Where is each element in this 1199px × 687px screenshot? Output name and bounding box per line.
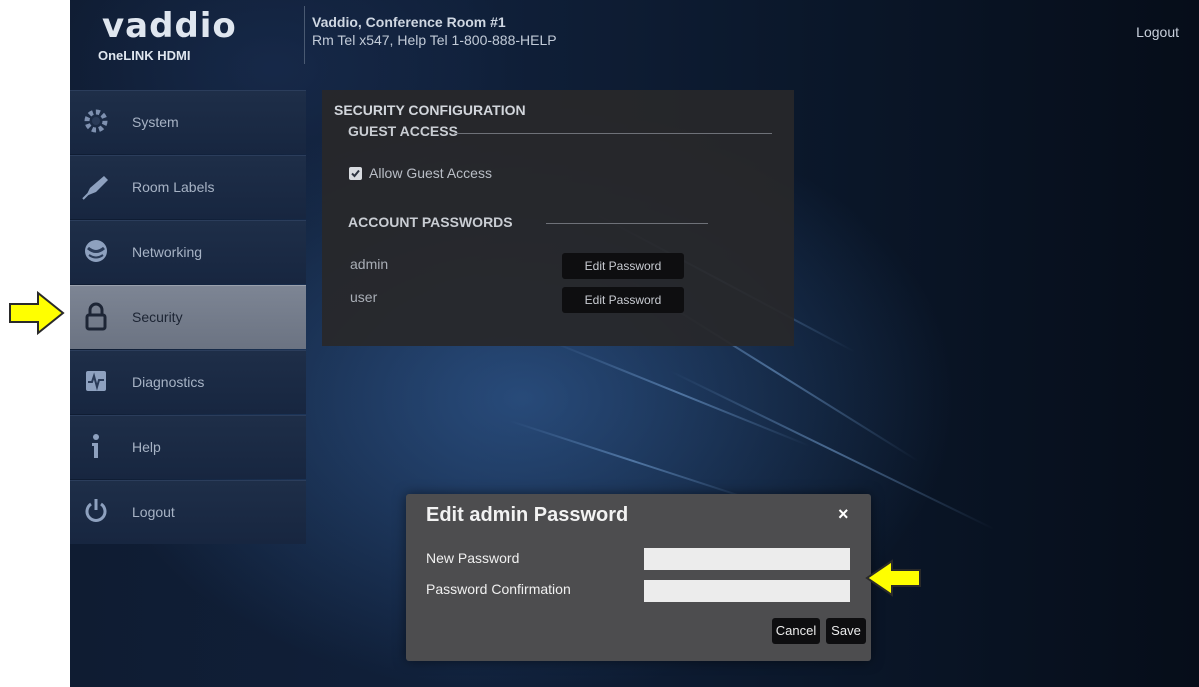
room-title: Vaddio, Conference Room #1: [312, 14, 506, 30]
sidebar-item-label: Security: [132, 309, 183, 325]
lock-icon: [85, 302, 107, 331]
edit-user-password-button[interactable]: Edit Password: [562, 287, 684, 313]
sidebar-item-label: System: [132, 114, 179, 130]
header-bar: vaddio OneLINK HDMI Vaddio, Conference R…: [70, 0, 1199, 78]
room-info: Rm Tel x547, Help Tel 1-800-888-HELP: [312, 32, 557, 48]
section-divider: [546, 223, 708, 224]
allow-guest-access-checkbox[interactable]: [349, 167, 362, 180]
sidebar-item-label: Help: [132, 439, 161, 455]
sidebar-item-help[interactable]: Help: [70, 415, 306, 479]
info-icon: [92, 434, 99, 458]
sidebar-item-label: Logout: [132, 504, 175, 520]
edit-password-dialog: Edit admin Password × New Password Passw…: [406, 494, 871, 661]
dialog-title: Edit admin Password: [426, 504, 629, 526]
sidebar-item-system[interactable]: System: [70, 90, 306, 154]
account-name-admin: admin: [350, 256, 389, 272]
app-window: vaddio OneLINK HDMI Vaddio, Conference R…: [70, 0, 1199, 687]
header-logout-link[interactable]: Logout: [1136, 24, 1179, 40]
globe-icon: [85, 240, 107, 262]
password-confirmation-label: Password Confirmation: [426, 581, 571, 597]
header-divider: [304, 6, 305, 64]
pen-icon: [82, 176, 108, 200]
logo-wordmark: vaddio: [102, 6, 237, 46]
sidebar-nav: System Room Labels Networking Security D…: [70, 90, 306, 545]
allow-guest-access-label: Allow Guest Access: [369, 165, 492, 181]
guest-access-heading: GUEST ACCESS: [348, 123, 458, 139]
sidebar-item-label: Diagnostics: [132, 374, 205, 390]
gear-icon: [84, 109, 108, 133]
edit-admin-password-button[interactable]: Edit Password: [562, 253, 684, 279]
sidebar-item-label: Room Labels: [132, 179, 215, 195]
sidebar-item-logout[interactable]: Logout: [70, 480, 306, 544]
new-password-input[interactable]: [644, 548, 850, 570]
power-icon: [85, 499, 107, 522]
cancel-button[interactable]: Cancel: [772, 618, 820, 644]
account-passwords-heading: ACCOUNT PASSWORDS: [348, 214, 513, 230]
pulse-icon: [86, 371, 106, 391]
logo-product-name: OneLINK HDMI: [98, 48, 191, 63]
annotation-arrow-left-icon: [865, 559, 921, 597]
vaddio-logo: vaddio OneLINK HDMI: [84, 2, 294, 72]
annotation-arrow-right-icon: [9, 290, 65, 336]
panel-title: SECURITY CONFIGURATION: [334, 102, 526, 118]
password-confirmation-input[interactable]: [644, 580, 850, 602]
new-password-label: New Password: [426, 550, 520, 566]
sidebar-item-label: Networking: [132, 244, 203, 260]
account-name-user: user: [350, 289, 378, 305]
sidebar-item-room-labels[interactable]: Room Labels: [70, 155, 306, 219]
sidebar-item-networking[interactable]: Networking: [70, 220, 306, 284]
section-divider: [454, 133, 772, 134]
checkmark-icon: [351, 169, 360, 178]
close-icon[interactable]: ×: [838, 504, 849, 525]
sidebar-item-diagnostics[interactable]: Diagnostics: [70, 350, 306, 414]
sidebar-item-security[interactable]: Security: [70, 285, 306, 349]
save-button[interactable]: Save: [826, 618, 866, 644]
security-config-panel: SECURITY CONFIGURATION GUEST ACCESS Allo…: [322, 90, 794, 346]
